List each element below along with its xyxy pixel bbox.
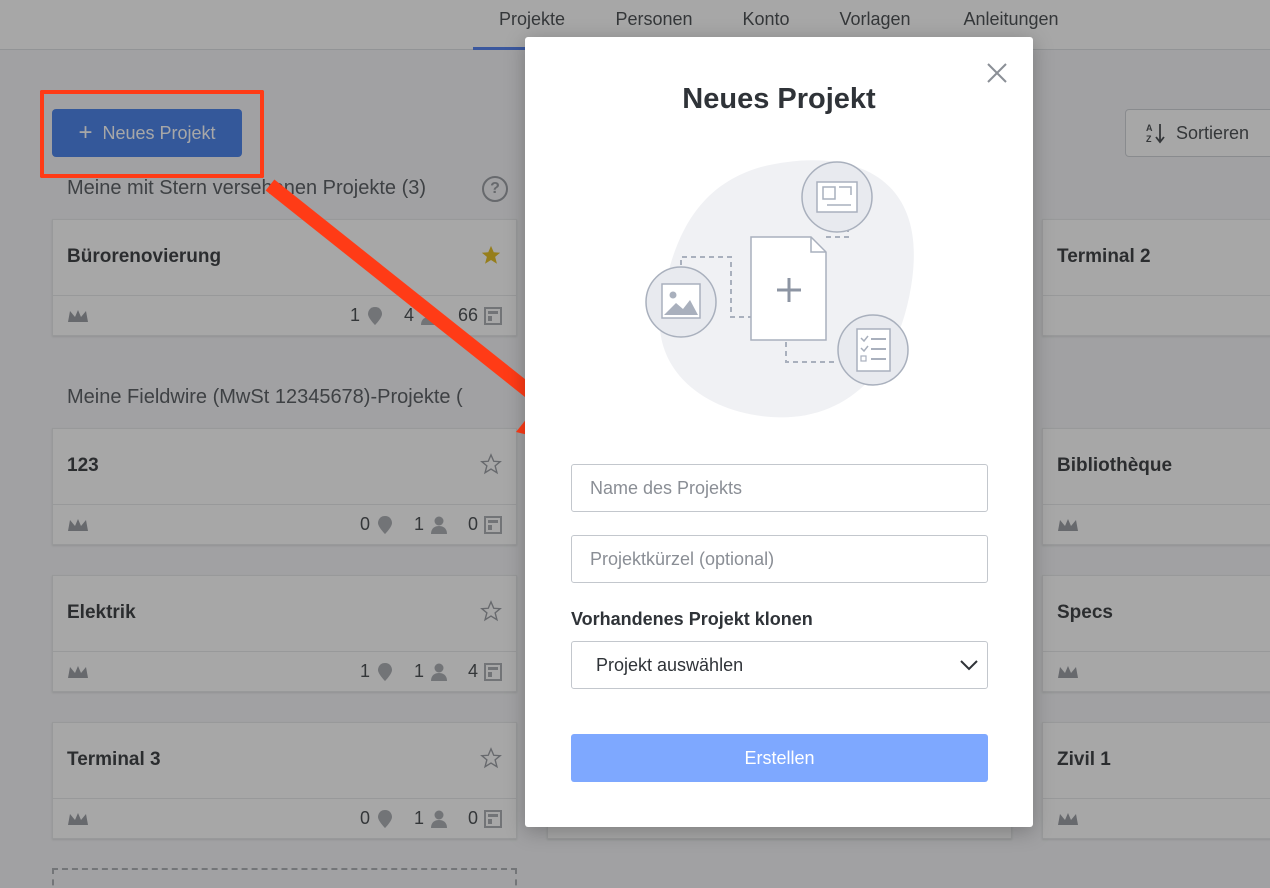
- project-code-input[interactable]: [571, 535, 988, 583]
- clone-project-label: Vorhandenes Projekt klonen: [571, 609, 813, 629]
- chevron-down-icon: [960, 660, 978, 671]
- new-project-modal: Neues Projekt Vorhandenes Projekt klonen…: [525, 37, 1033, 827]
- select-value: Projekt auswählen: [596, 655, 744, 675]
- annotation-highlight-box: [40, 90, 264, 178]
- new-project-illustration: [645, 160, 914, 418]
- modal-title: Neues Projekt: [682, 83, 876, 115]
- create-button[interactable]: Erstellen: [571, 734, 988, 782]
- close-icon[interactable]: [985, 61, 1009, 85]
- clone-project-select[interactable]: Projekt auswählen: [571, 641, 988, 689]
- project-name-input[interactable]: [571, 464, 988, 512]
